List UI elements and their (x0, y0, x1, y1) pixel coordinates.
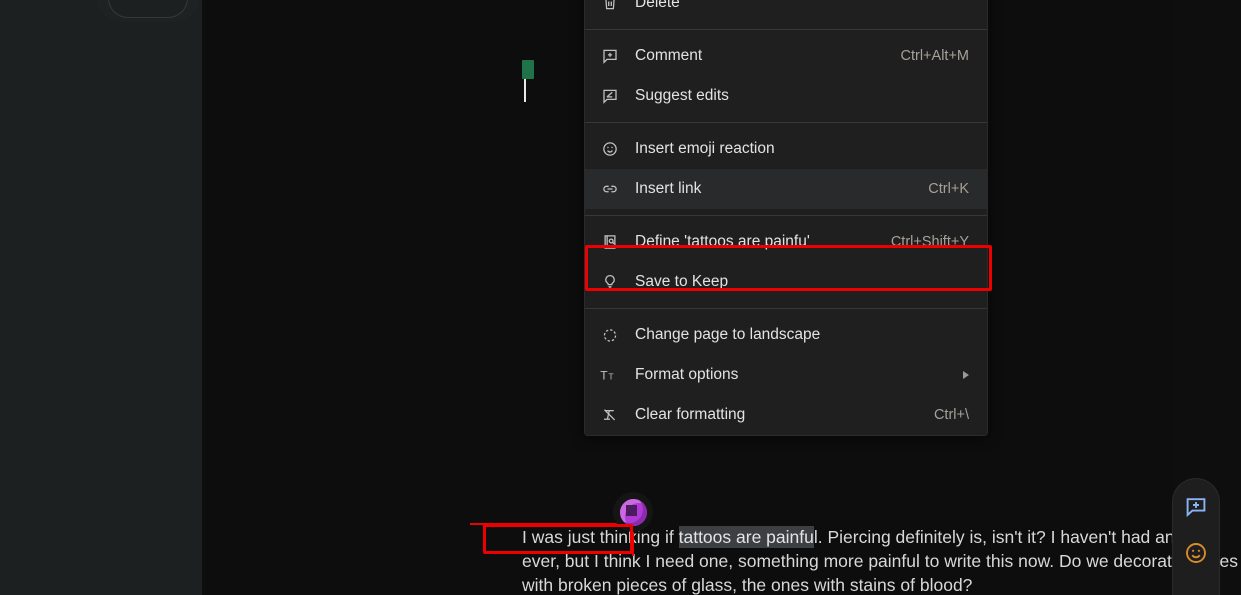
menu-item-comment[interactable]: Comment Ctrl+Alt+M (585, 36, 987, 76)
menu-separator (585, 308, 987, 309)
dictionary-icon (599, 231, 621, 253)
outline-pill-button[interactable] (108, 0, 188, 18)
line3-text: with broken pieces of glass, the ones wi… (522, 575, 973, 595)
collaborator-caret-flag (522, 60, 534, 79)
menu-item-suggest-edits[interactable]: Suggest edits (585, 76, 987, 116)
line2-text: ever, but I think I need one, something … (522, 551, 1238, 571)
menu-item-shortcut: Ctrl+\ (933, 407, 969, 423)
floating-action-rail[interactable] (1172, 478, 1220, 595)
menu-item-label: Insert link (635, 180, 702, 197)
document-line-2[interactable]: ever, but I think I need one, something … (522, 549, 1241, 573)
menu-item-label: Clear formatting (635, 406, 746, 423)
svg-text:T: T (609, 373, 614, 382)
pointer-marker-core (626, 505, 637, 516)
context-menu-group-3: Insert emoji reaction Insert link Ctrl+K (585, 129, 987, 209)
menu-item-save-to-keep[interactable]: Save to Keep (585, 262, 987, 302)
context-menu-group-5: Change page to landscape T T Format opti… (585, 315, 987, 435)
mouse-pointer-marker (613, 492, 653, 532)
format-text-icon: T T (599, 364, 621, 386)
clear-formatting-icon (599, 404, 621, 426)
collaborator-caret-stem (524, 79, 526, 102)
line1-before: I was just thinking if (522, 527, 679, 547)
menu-item-format-options[interactable]: T T Format options (585, 355, 987, 395)
comment-add-icon (599, 45, 621, 67)
trash-icon (599, 0, 621, 14)
context-menu-group-2: Comment Ctrl+Alt+M Suggest edits (585, 36, 987, 116)
add-emoji-reaction-icon[interactable] (1182, 539, 1210, 567)
add-comment-icon[interactable] (1182, 493, 1210, 521)
menu-item-define[interactable]: Define 'tattoos are painfu' Ctrl+Shift+Y (585, 222, 987, 262)
context-menu-group-4: Define 'tattoos are painfu' Ctrl+Shift+Y… (585, 222, 987, 302)
context-menu[interactable]: Paste without formatting Ctrl+Shift+V De… (584, 0, 988, 436)
menu-item-label: Change page to landscape (635, 326, 821, 343)
app-root: I was just thinking if tattoos are painf… (0, 0, 1241, 595)
emoji-smiley-icon (599, 138, 621, 160)
document-line-3[interactable]: with broken pieces of glass, the ones wi… (522, 573, 1241, 595)
menu-separator (585, 122, 987, 123)
rotate-page-icon (599, 324, 621, 346)
context-menu-group-1: Paste without formatting Ctrl+Shift+V De… (585, 0, 987, 23)
menu-item-change-page-to-landscape[interactable]: Change page to landscape (585, 315, 987, 355)
menu-item-shortcut: Ctrl+Alt+M (900, 48, 970, 64)
suggest-edits-icon (599, 85, 621, 107)
menu-item-label: Insert emoji reaction (635, 140, 775, 157)
menu-item-clear-formatting[interactable]: Clear formatting Ctrl+\ (585, 395, 987, 435)
collaborator-caret (522, 60, 534, 102)
lightbulb-keep-icon (599, 271, 621, 293)
chevron-right-icon (963, 371, 969, 379)
link-chain-icon (599, 178, 621, 200)
menu-item-label: Format options (635, 366, 739, 383)
pointer-guide-horizontal (470, 523, 620, 525)
menu-item-label: Comment (635, 47, 703, 64)
menu-item-delete[interactable]: Delete (585, 0, 987, 23)
line1-after: l. Piercing definitely is, isn't it? I h… (813, 527, 1217, 547)
menu-item-insert-link[interactable]: Insert link Ctrl+K (585, 169, 987, 209)
svg-text:T: T (600, 369, 608, 383)
menu-separator (585, 215, 987, 216)
menu-item-label: Save to Keep (635, 273, 729, 290)
document-outline-panel (0, 0, 202, 595)
menu-item-shortcut: Ctrl+K (928, 181, 969, 197)
document-body-text[interactable]: I was just thinking if tattoos are painf… (522, 525, 1241, 595)
menu-item-label: Delete (635, 0, 680, 11)
menu-item-insert-emoji-reaction[interactable]: Insert emoji reaction (585, 129, 987, 169)
menu-item-label: Suggest edits (635, 87, 729, 104)
menu-item-label: Define 'tattoos are painfu' (635, 233, 810, 250)
selected-text[interactable]: tattoos are painfu (678, 526, 814, 548)
menu-separator (585, 29, 987, 30)
menu-item-shortcut: Ctrl+Shift+Y (890, 234, 969, 250)
